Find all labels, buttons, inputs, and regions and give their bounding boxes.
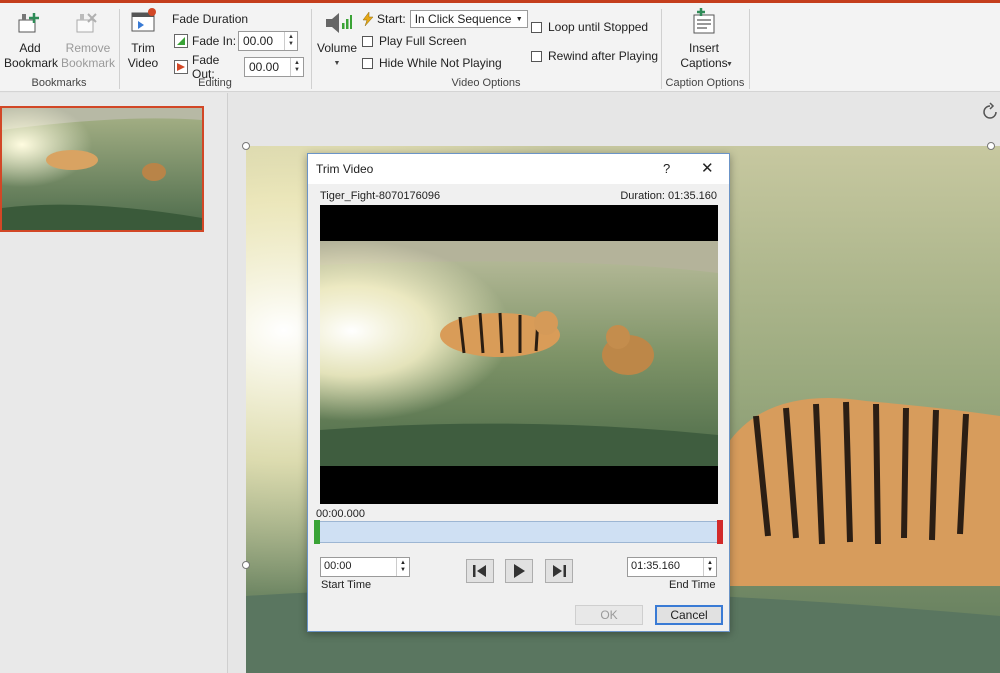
end-time-spin-arrows[interactable]: ▲ ▼ <box>703 558 716 576</box>
trim-video-label: Trim Video <box>127 41 159 70</box>
loop-until-stopped-box[interactable] <box>531 21 542 33</box>
trim-timeline[interactable] <box>316 521 721 543</box>
volume-button[interactable]: Volume ▼ <box>314 9 360 71</box>
group-separator <box>749 9 750 89</box>
start-trim-marker[interactable] <box>314 520 320 544</box>
rewind-after-playing-box[interactable] <box>531 50 542 62</box>
remove-bookmark-label: Remove Bookmark <box>60 41 116 70</box>
trim-video-dialog: Trim Video ? ✕ Tiger_Fight-8070176096 Du… <box>307 153 730 632</box>
close-button[interactable]: ✕ <box>701 159 714 177</box>
start-time-spinner[interactable]: 00:00 ▲ ▼ <box>320 557 410 577</box>
rewind-after-playing-checkbox[interactable]: Rewind after Playing <box>531 49 658 63</box>
video-options-group-label: Video Options <box>451 77 521 89</box>
video-duration: Duration: 01:35.160 <box>620 190 717 202</box>
chevron-down-icon: ▼ <box>515 15 523 23</box>
fade-in-label: Fade In: <box>192 34 237 48</box>
add-bookmark-icon <box>18 13 39 33</box>
end-time-spinner[interactable]: 01:35.160 ▲ ▼ <box>627 557 717 577</box>
dialog-titlebar: Trim Video ? ✕ <box>308 154 729 184</box>
fade-out-value: 00.00 <box>249 60 280 74</box>
start-time-spin-arrows[interactable]: ▲ ▼ <box>396 558 409 576</box>
ok-button[interactable]: OK <box>575 605 643 625</box>
resize-handle[interactable] <box>987 142 995 150</box>
fade-in-row: Fade In: 00.00 ▲ ▼ <box>174 31 298 51</box>
add-bookmark-button[interactable]: Add Bookmark <box>4 11 59 71</box>
trim-video-button[interactable]: Trim Video <box>122 7 164 71</box>
fade-duration-label: Fade Duration <box>172 12 249 26</box>
current-time-readout: 00:00.000 <box>316 508 365 520</box>
resize-handle[interactable] <box>242 561 250 569</box>
fade-in-icon <box>174 34 188 48</box>
video-preview <box>320 205 718 504</box>
previous-frame-icon <box>473 565 486 577</box>
next-frame-icon <box>553 565 566 577</box>
volume-label: Volume <box>316 41 358 55</box>
hide-while-not-playing-box[interactable] <box>362 57 373 69</box>
remove-bookmark-button[interactable]: Remove Bookmark <box>60 11 116 71</box>
play-full-screen-label: Play Full Screen <box>379 34 467 48</box>
insert-captions-dropdown-arrow: ▼ <box>726 61 733 68</box>
start-row: Start: In Click Sequence ▼ <box>362 10 528 28</box>
fade-in-value: 00.00 <box>243 34 274 48</box>
start-time-label: Start Time <box>321 579 372 591</box>
start-dropdown[interactable]: In Click Sequence ▼ <box>409 10 528 28</box>
slide-thumbnail[interactable] <box>0 106 204 232</box>
end-time-label: End Time <box>669 579 716 591</box>
next-frame-button[interactable] <box>545 559 573 583</box>
ribbon: Add Bookmark Remove Bookmark Bookmarks T… <box>0 0 1000 92</box>
hide-while-not-playing-label: Hide While Not Playing <box>379 56 502 70</box>
volume-dropdown-arrow: ▼ <box>333 60 341 67</box>
insert-captions-icon <box>693 8 715 34</box>
play-icon <box>514 564 525 578</box>
loop-until-stopped-label: Loop until Stopped <box>548 20 649 34</box>
end-trim-marker[interactable] <box>717 520 723 544</box>
caption-options-group-label: Caption Options <box>665 77 745 89</box>
rotate-handle-icon[interactable] <box>980 102 1000 122</box>
video-preview-image <box>320 241 718 466</box>
dialog-title: Trim Video <box>316 162 374 176</box>
start-lightning-icon <box>362 12 374 26</box>
remove-bookmark-icon <box>76 13 97 33</box>
slide-thumbnail-image <box>2 108 202 230</box>
resize-handle[interactable] <box>242 142 250 150</box>
play-full-screen-box[interactable] <box>362 35 373 47</box>
insert-captions-label: Insert Captions <box>680 41 728 70</box>
volume-icon <box>326 13 352 33</box>
fade-out-icon <box>174 60 188 74</box>
end-time-input[interactable]: 01:35.160 <box>628 558 703 576</box>
fade-in-spin-arrows[interactable]: ▲ ▼ <box>284 32 297 50</box>
fade-out-spinner[interactable]: 00.00 ▲ ▼ <box>244 57 304 77</box>
fade-out-spin-arrows[interactable]: ▲ ▼ <box>290 58 303 76</box>
help-button[interactable]: ? <box>663 161 670 176</box>
bookmarks-group-label: Bookmarks <box>31 77 87 89</box>
fade-in-spinner[interactable]: 00.00 ▲ ▼ <box>238 31 298 51</box>
trim-video-icon <box>131 8 156 32</box>
editing-group-label: Editing <box>198 77 232 89</box>
start-dropdown-value: In Click Sequence <box>414 12 512 26</box>
add-bookmark-label: Add Bookmark <box>4 41 59 70</box>
play-button[interactable] <box>505 559 533 583</box>
previous-frame-button[interactable] <box>466 559 494 583</box>
video-file-name: Tiger_Fight-8070176096 <box>320 190 441 202</box>
hide-while-not-playing-checkbox[interactable]: Hide While Not Playing <box>362 56 502 70</box>
start-label: Start: <box>377 12 406 26</box>
loop-until-stopped-checkbox[interactable]: Loop until Stopped <box>531 20 648 34</box>
play-full-screen-checkbox[interactable]: Play Full Screen <box>362 34 466 48</box>
start-time-input[interactable]: 00:00 <box>321 558 396 576</box>
rewind-after-playing-label: Rewind after Playing <box>548 49 659 63</box>
cancel-button[interactable]: Cancel <box>655 605 723 625</box>
